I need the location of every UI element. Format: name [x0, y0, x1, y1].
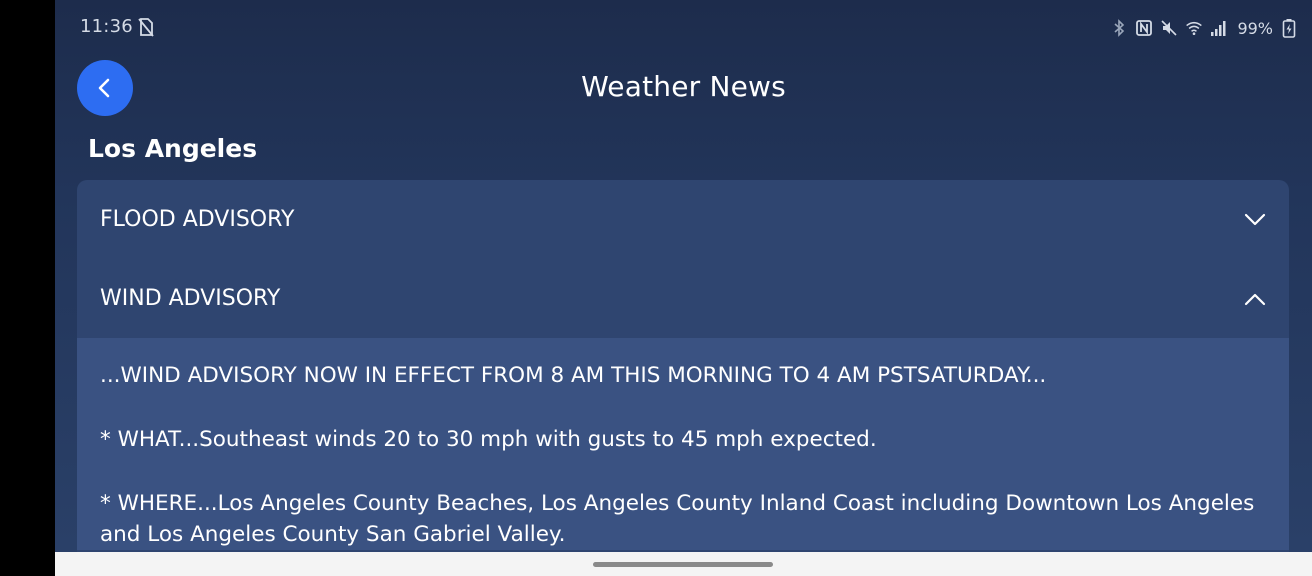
nfc-icon — [1135, 18, 1153, 38]
advisory-paragraph: * WHAT...Southeast winds 20 to 30 mph wi… — [100, 427, 877, 452]
page-title: Weather News — [581, 70, 786, 103]
bluetooth-icon — [1110, 18, 1128, 38]
mute-icon — [1160, 18, 1178, 38]
accordion-flood-advisory[interactable]: FLOOD ADVISORY — [77, 180, 1289, 259]
status-time: 11:36 — [80, 16, 133, 37]
no-sim-icon — [137, 16, 155, 38]
location-title: Los Angeles — [88, 134, 258, 163]
signal-icon — [1210, 18, 1228, 38]
battery-percentage: 99% — [1237, 18, 1273, 38]
advisory-paragraph: * WHERE...Los Angeles County Beaches, Lo… — [100, 491, 1255, 547]
status-icons: 99% — [1110, 16, 1298, 40]
battery-charging-icon — [1280, 18, 1298, 38]
app-screen: 11:36 99% Weather News Los Angeles FLOOD… — [55, 0, 1312, 552]
device-bezel — [0, 0, 55, 576]
chevron-up-icon — [1244, 293, 1266, 306]
wind-advisory-details: ...WIND ADVISORY NOW IN EFFECT FROM 8 AM… — [77, 338, 1289, 550]
advisory-card: FLOOD ADVISORY WIND ADVISORY ...WIND ADV… — [77, 180, 1289, 552]
accordion-title: WIND ADVISORY — [100, 286, 281, 311]
chevron-down-icon — [1244, 213, 1266, 226]
accordion-title: FLOOD ADVISORY — [100, 207, 295, 232]
status-bar: 11:36 99% — [55, 0, 1312, 56]
accordion-wind-advisory[interactable]: WIND ADVISORY — [77, 259, 1289, 338]
home-gesture-handle[interactable] — [593, 562, 773, 567]
wifi-icon — [1185, 18, 1203, 38]
navigation-bar — [55, 552, 1312, 576]
advisory-paragraph: ...WIND ADVISORY NOW IN EFFECT FROM 8 AM… — [100, 363, 1047, 388]
